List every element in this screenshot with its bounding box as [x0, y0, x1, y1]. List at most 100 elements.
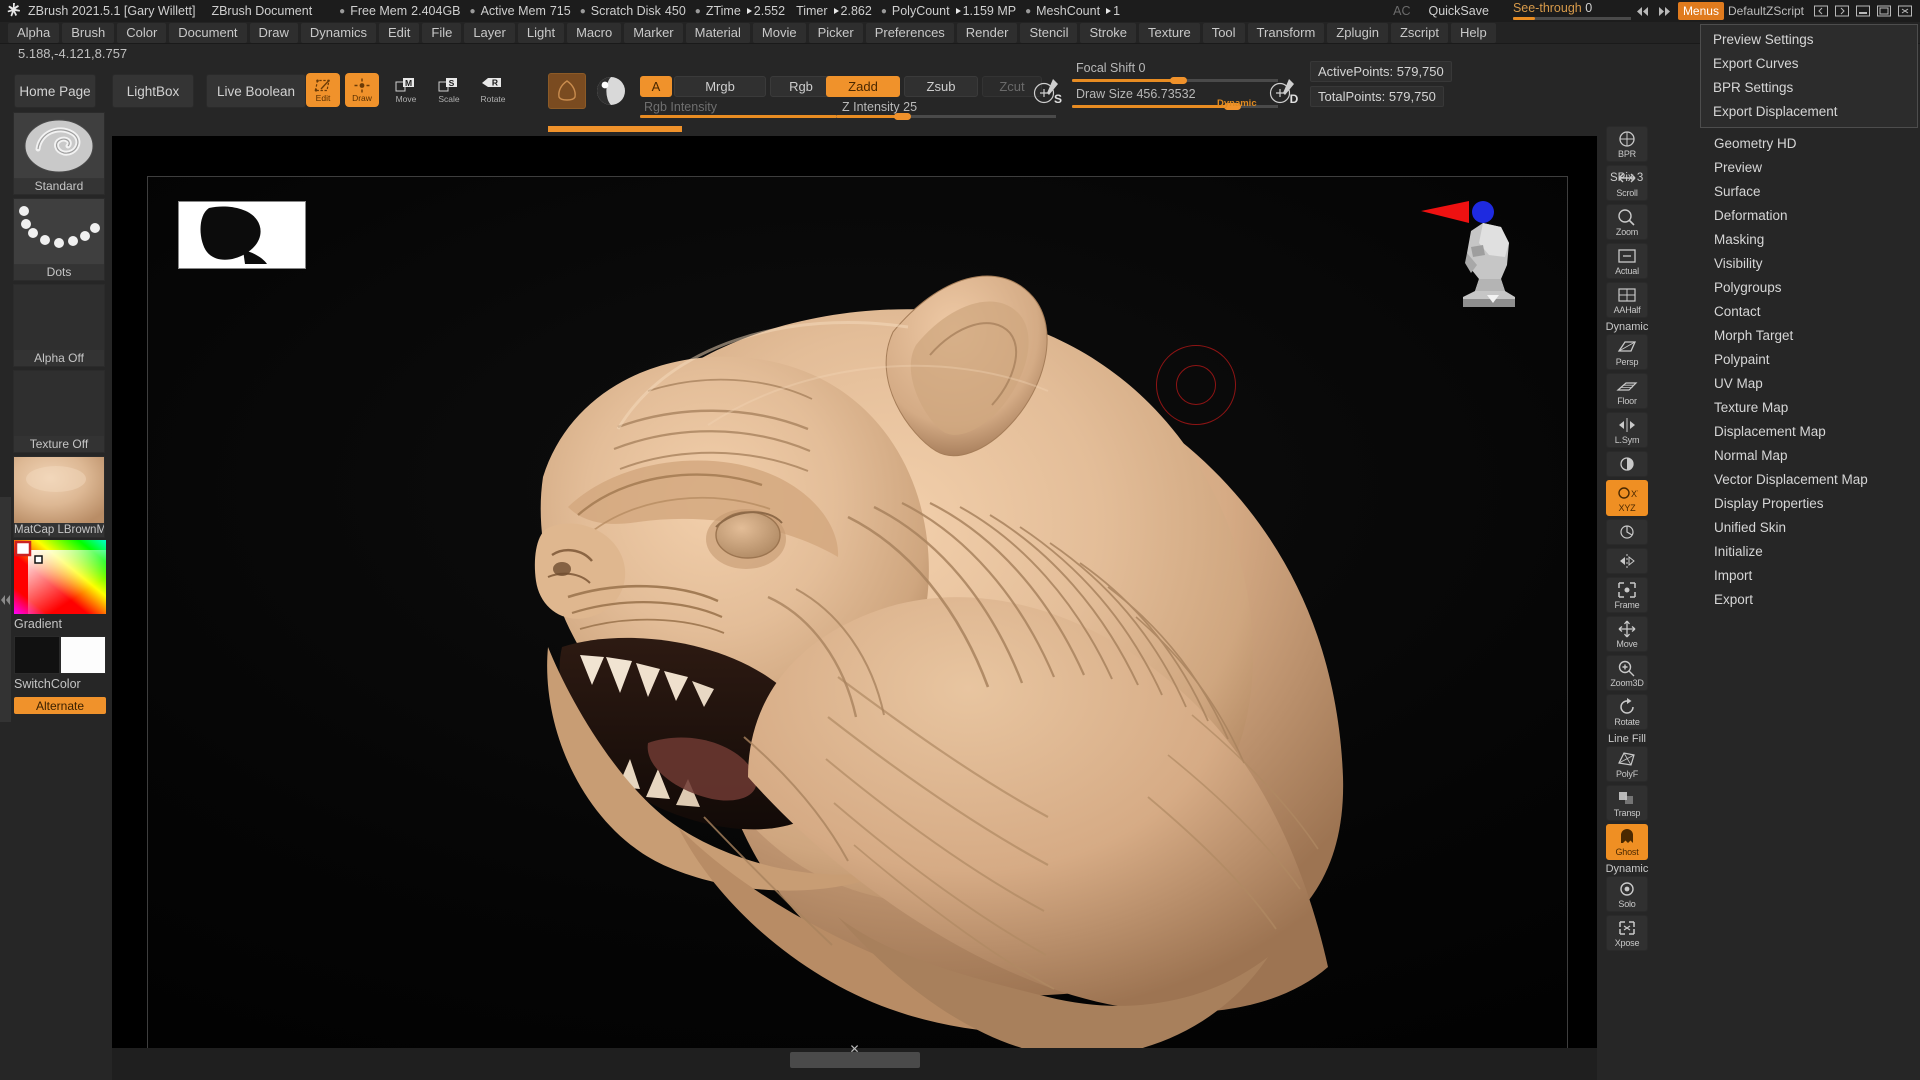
- window-nav-icons[interactable]: [1636, 6, 1670, 16]
- popup-menu[interactable]: Preview Settings Export Curves BPR Setting…: [1700, 24, 1918, 128]
- lightbox-button[interactable]: LightBox: [112, 74, 194, 108]
- rail-button-xpose[interactable]: Xpose: [1606, 915, 1648, 951]
- home-page-button[interactable]: Home Page: [14, 74, 96, 108]
- stencil-thumbnail[interactable]: [178, 201, 306, 269]
- tool-submenu-import[interactable]: Import: [1700, 564, 1918, 588]
- menu-item-render[interactable]: Render: [956, 22, 1018, 43]
- move-mode-button[interactable]: M Move: [389, 73, 423, 107]
- menu-item-brush[interactable]: Brush: [62, 22, 115, 43]
- texture-swatch[interactable]: Texture Off: [13, 370, 105, 453]
- rail-button-frame[interactable]: Frame: [1606, 577, 1648, 613]
- menu-option-bpr-settings[interactable]: BPR Settings: [1701, 76, 1917, 100]
- rail-button-transp-toggle[interactable]: [1606, 451, 1648, 477]
- scale-mode-button[interactable]: S Scale: [432, 73, 466, 107]
- rail-button-mirror[interactable]: [1606, 548, 1648, 574]
- zsub-button[interactable]: Zsub: [904, 76, 978, 97]
- current-brush-button[interactable]: [548, 73, 586, 109]
- rail-button-xyz[interactable]: XYZ XYZ: [1606, 480, 1648, 516]
- tool-submenu-texture-map[interactable]: Texture Map: [1700, 396, 1918, 420]
- menu-item-file[interactable]: File: [422, 22, 462, 43]
- menu-item-movie[interactable]: Movie: [752, 22, 806, 43]
- tool-submenu-uv-map[interactable]: UV Map: [1700, 372, 1918, 396]
- tool-submenu-preview[interactable]: Preview: [1700, 156, 1918, 180]
- mrgb-button[interactable]: Mrgb: [674, 76, 766, 97]
- tool-submenu-surface[interactable]: Surface: [1700, 180, 1918, 204]
- window-control-icons[interactable]: [1814, 5, 1912, 17]
- live-boolean-button[interactable]: Live Boolean: [206, 74, 306, 108]
- current-material-button[interactable]: [592, 73, 630, 109]
- dynamic-settings-button[interactable]: D: [1266, 74, 1302, 110]
- alternate-button[interactable]: Alternate: [14, 697, 106, 714]
- see-through-slider[interactable]: See-through 0: [1512, 1, 1631, 21]
- tool-submenu-initialize[interactable]: Initialize: [1700, 540, 1918, 564]
- stroke-settings-button[interactable]: S: [1030, 74, 1066, 110]
- rail-button-aahalf[interactable]: AAHalf: [1606, 282, 1648, 318]
- menu-item-stroke[interactable]: Stroke: [1080, 22, 1137, 43]
- rail-button-actual[interactable]: Actual: [1606, 243, 1648, 279]
- menu-item-edit[interactable]: Edit: [378, 22, 420, 43]
- menu-item-color[interactable]: Color: [117, 22, 167, 43]
- edit-mode-button[interactable]: Edit: [306, 73, 340, 107]
- tool-submenu-polygroups[interactable]: Polygroups: [1700, 276, 1918, 300]
- menus-button[interactable]: Menus: [1677, 2, 1724, 20]
- tool-submenu-display-properties[interactable]: Display Properties: [1700, 492, 1918, 516]
- menu-item-stencil[interactable]: Stencil: [1020, 22, 1078, 43]
- sculpt-model[interactable]: [148, 177, 1569, 1048]
- tool-submenu-deformation[interactable]: Deformation: [1700, 204, 1918, 228]
- menu-option-export-displacement[interactable]: Export Displacement: [1701, 100, 1917, 124]
- tool-submenu-geometry-hd[interactable]: Geometry HD: [1700, 132, 1918, 156]
- alpha-toggle-button[interactable]: A: [640, 76, 672, 97]
- menu-item-help[interactable]: Help: [1450, 22, 1496, 43]
- stroke-swatch[interactable]: Dots: [13, 198, 105, 281]
- alpha-swatch[interactable]: Alpha Off: [13, 284, 105, 367]
- rail-button-zoom[interactable]: Zoom: [1606, 204, 1648, 240]
- z-intensity-slider[interactable]: Z Intensity 25: [836, 100, 1056, 120]
- menu-item-marker[interactable]: Marker: [624, 22, 683, 43]
- rail-button-persp[interactable]: Persp: [1606, 334, 1648, 370]
- rail-button-rotate[interactable]: Rotate: [1606, 694, 1648, 730]
- color-picker[interactable]: [14, 540, 106, 614]
- z-intensity-knob[interactable]: [894, 113, 911, 120]
- rail-button-move[interactable]: Move: [1606, 616, 1648, 652]
- tool-submenu-morph-target[interactable]: Morph Target: [1700, 324, 1918, 348]
- rail-button-radial-symmetry[interactable]: [1606, 519, 1648, 545]
- menu-item-draw[interactable]: Draw: [249, 22, 298, 43]
- rail-button-floor[interactable]: Floor: [1606, 373, 1648, 409]
- rail-button-solo[interactable]: Solo: [1606, 876, 1648, 912]
- tool-submenu-normal-map[interactable]: Normal Map: [1700, 444, 1918, 468]
- rail-button-transp[interactable]: Transp: [1606, 785, 1648, 821]
- tool-submenu-polypaint[interactable]: Polypaint: [1700, 348, 1918, 372]
- menu-item-texture[interactable]: Texture: [1139, 22, 1200, 43]
- menu-item-zplugin[interactable]: Zplugin: [1327, 22, 1388, 43]
- primary-color-swatch[interactable]: [14, 636, 60, 674]
- rail-button-polyf[interactable]: PolyF: [1606, 746, 1648, 782]
- canvas-area[interactable]: [112, 136, 1597, 1048]
- menu-item-zscript[interactable]: Zscript: [1390, 22, 1448, 43]
- draw-mode-button[interactable]: Draw: [345, 73, 379, 107]
- menu-item-alpha[interactable]: Alpha: [8, 22, 60, 43]
- canvas-inner[interactable]: [112, 136, 1597, 1048]
- menu-item-dynamics[interactable]: Dynamics: [300, 22, 376, 43]
- rotate-mode-button[interactable]: R Rotate: [476, 73, 510, 107]
- menu-item-picker[interactable]: Picker: [808, 22, 863, 43]
- left-palette-scrollbar[interactable]: [0, 497, 11, 722]
- rgb-intensity-slider[interactable]: Rgb Intensity: [640, 100, 856, 118]
- rail-button-lsym[interactable]: L.Sym: [1606, 412, 1648, 448]
- rail-button-zoom3d[interactable]: Zoom3D: [1606, 655, 1648, 691]
- menu-item-light[interactable]: Light: [517, 22, 565, 43]
- focal-shift-slider[interactable]: Focal Shift 0: [1072, 61, 1278, 84]
- tool-submenu-masking[interactable]: Masking: [1700, 228, 1918, 252]
- quicksave-button[interactable]: QuickSave: [1428, 4, 1488, 18]
- menu-item-tool[interactable]: Tool: [1202, 22, 1245, 43]
- menu-option-preview-settings[interactable]: Preview Settings: [1701, 28, 1917, 52]
- brush-swatch[interactable]: Standard: [13, 112, 105, 195]
- close-doc-icon[interactable]: ✕: [849, 1042, 859, 1056]
- canvas-resize-handle[interactable]: ✕: [789, 1042, 920, 1068]
- tool-submenu-export[interactable]: Export: [1700, 588, 1918, 612]
- tool-submenu-vector-displacement-map[interactable]: Vector Displacement Map: [1700, 468, 1918, 492]
- switch-color-row[interactable]: [14, 636, 106, 674]
- menu-item-macro[interactable]: Macro: [567, 22, 622, 43]
- menu-item-transform[interactable]: Transform: [1247, 22, 1325, 43]
- tool-submenu-displacement-map[interactable]: Displacement Map: [1700, 420, 1918, 444]
- material-swatch[interactable]: MatCap LBrownM: [13, 456, 105, 538]
